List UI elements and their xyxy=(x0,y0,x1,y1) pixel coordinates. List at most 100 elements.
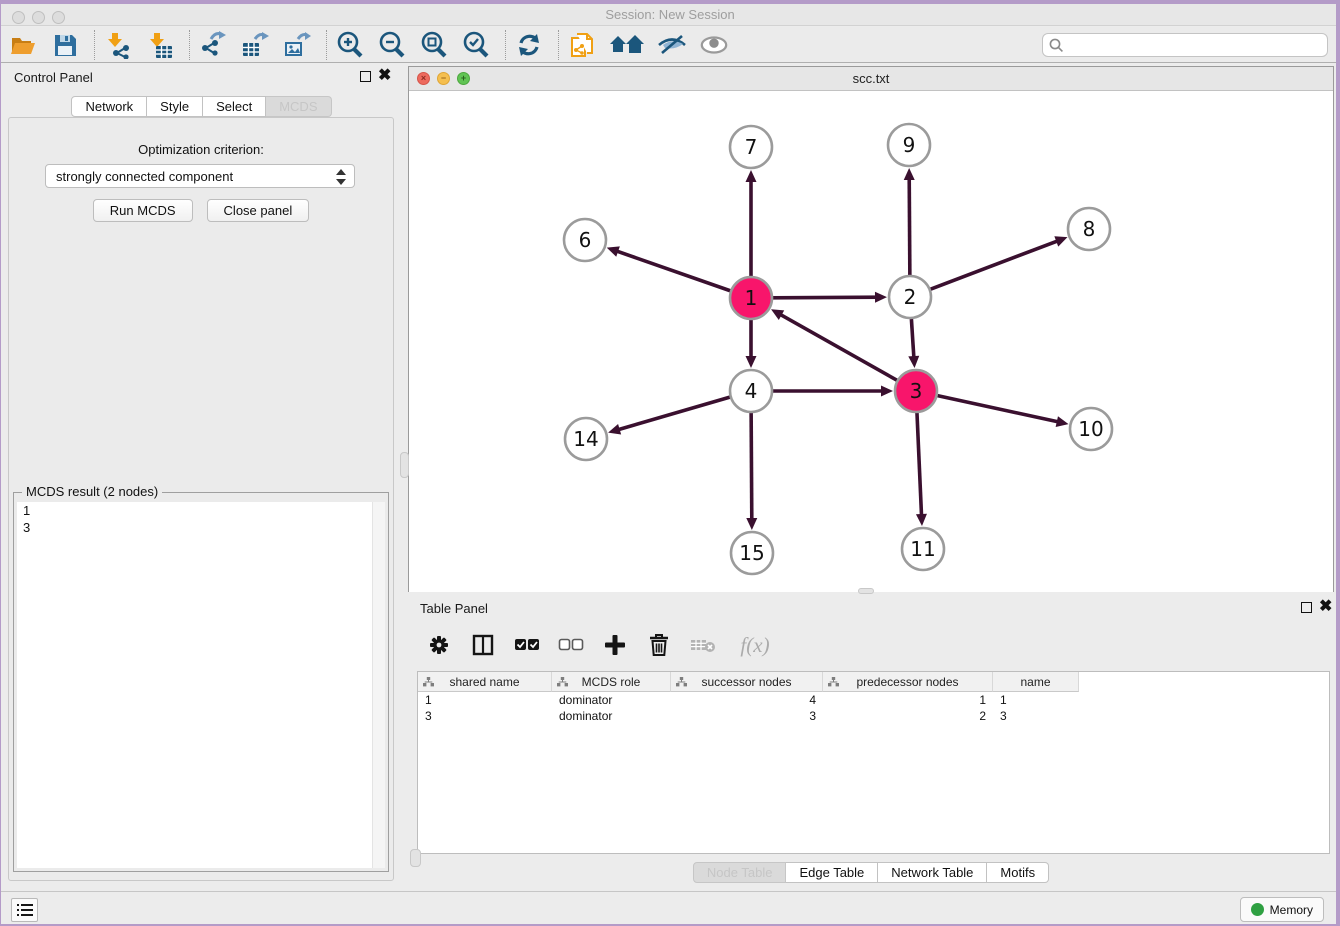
cell-name[interactable]: 3 xyxy=(993,708,1079,724)
column-flag-icon xyxy=(423,677,434,687)
delete-table-icon[interactable] xyxy=(690,632,716,658)
toggle-panel-icon[interactable] xyxy=(470,632,496,658)
cell-successor-nodes[interactable]: 4 xyxy=(671,692,823,708)
graph-edge[interactable] xyxy=(931,240,1060,289)
column-header-name[interactable]: name xyxy=(993,672,1079,692)
graph-edge-arrowhead[interactable] xyxy=(881,386,893,397)
tab-mcds[interactable]: MCDS xyxy=(266,96,331,117)
mcds-buttons-row: Run MCDS Close panel xyxy=(9,199,393,222)
graph-edge[interactable] xyxy=(917,413,922,518)
tab-edge-table[interactable]: Edge Table xyxy=(786,862,878,883)
graph-edge-arrowhead[interactable] xyxy=(916,514,927,526)
cell-shared-name[interactable]: 3 xyxy=(418,708,552,724)
graph-edge-arrowhead[interactable] xyxy=(908,356,919,368)
tab-select[interactable]: Select xyxy=(203,96,266,117)
refresh-view-icon[interactable] xyxy=(514,30,544,60)
graph-edge[interactable] xyxy=(778,313,897,380)
cell-mcds-role[interactable]: dominator xyxy=(552,692,671,708)
float-panel-icon[interactable] xyxy=(360,71,371,82)
graph-edge[interactable] xyxy=(937,396,1060,423)
table-settings-icon[interactable] xyxy=(426,632,452,658)
cell-predecessor-nodes[interactable]: 2 xyxy=(823,708,993,724)
result-scrollbar[interactable] xyxy=(372,502,385,868)
cell-predecessor-nodes[interactable]: 1 xyxy=(823,692,993,708)
cell-mcds-role[interactable]: dominator xyxy=(552,708,671,724)
close-table-panel-icon[interactable]: ✖ xyxy=(1319,597,1332,617)
import-network-icon[interactable] xyxy=(103,30,133,60)
hide-visual-properties-icon[interactable] xyxy=(657,30,687,60)
cell-successor-nodes[interactable]: 3 xyxy=(671,708,823,724)
column-header-successor-nodes[interactable]: successor nodes xyxy=(671,672,823,692)
close-panel-icon[interactable]: ✖ xyxy=(378,66,391,86)
delete-row-icon[interactable] xyxy=(646,632,672,658)
network-window-titlebar[interactable]: × − + scc.txt xyxy=(409,67,1333,91)
function-builder-icon[interactable]: f(x) xyxy=(734,632,776,658)
graph-edge[interactable] xyxy=(773,297,879,298)
graph-edge-arrowhead[interactable] xyxy=(746,518,757,530)
table-row[interactable]: 1 dominator 4 1 1 xyxy=(418,692,1329,708)
cell-name[interactable]: 1 xyxy=(993,692,1079,708)
tab-style[interactable]: Style xyxy=(147,96,203,117)
tab-motifs[interactable]: Motifs xyxy=(987,862,1049,883)
horizontal-splitter-handle[interactable] xyxy=(858,588,874,594)
column-header-shared-name[interactable]: shared name xyxy=(418,672,552,692)
graph-edge-arrowhead[interactable] xyxy=(746,170,757,182)
zoom-fit-content-icon[interactable] xyxy=(419,30,449,60)
table-row[interactable]: 3 dominator 3 2 3 xyxy=(418,708,1329,724)
mcds-tab-panel: Optimization criterion: strongly connect… xyxy=(8,117,394,881)
toolbar-separator xyxy=(326,30,327,60)
graph-edge[interactable] xyxy=(909,176,910,275)
graph-edge-arrowhead[interactable] xyxy=(875,292,887,303)
close-panel-button[interactable]: Close panel xyxy=(207,199,310,222)
tab-network-table[interactable]: Network Table xyxy=(878,862,987,883)
tab-network[interactable]: Network xyxy=(71,96,147,117)
graph-node-label: 3 xyxy=(910,379,923,403)
select-all-icon[interactable] xyxy=(514,632,540,658)
clone-network-icon[interactable] xyxy=(567,30,597,60)
graph-edge-arrowhead[interactable] xyxy=(608,424,621,435)
network-canvas[interactable]: 7968124314101511 xyxy=(409,92,1333,592)
memory-button[interactable]: Memory xyxy=(1240,897,1324,922)
vertical-splitter-handle[interactable] xyxy=(400,452,409,478)
graph-edge[interactable] xyxy=(911,319,914,360)
window-frame-right xyxy=(1336,0,1340,926)
mcds-result-item: 1 xyxy=(17,502,385,519)
zoom-in-icon[interactable] xyxy=(335,30,365,60)
home-view-icon[interactable] xyxy=(609,30,645,60)
open-session-icon[interactable] xyxy=(8,30,38,60)
show-visual-properties-icon[interactable] xyxy=(699,30,729,60)
cell-shared-name[interactable]: 1 xyxy=(418,692,552,708)
column-header-mcds-role[interactable]: MCDS role xyxy=(552,672,671,692)
zoom-selected-icon[interactable] xyxy=(461,30,491,60)
column-header-predecessor-nodes[interactable]: predecessor nodes xyxy=(823,672,993,692)
mcds-result-list[interactable]: 1 3 xyxy=(17,502,385,868)
export-table-icon[interactable] xyxy=(240,30,270,60)
graph-node-label: 8 xyxy=(1083,217,1096,241)
graph-edge-arrowhead[interactable] xyxy=(746,356,757,368)
run-mcds-button[interactable]: Run MCDS xyxy=(93,199,193,222)
search-box[interactable] xyxy=(1042,33,1328,57)
criterion-dropdown[interactable]: strongly connected component xyxy=(45,164,355,188)
task-history-button[interactable] xyxy=(11,898,38,922)
graph-edge[interactable] xyxy=(616,397,730,430)
export-network-icon[interactable] xyxy=(198,30,228,60)
graph-edge-arrowhead[interactable] xyxy=(607,246,620,256)
graph-edge-arrowhead[interactable] xyxy=(1056,416,1069,427)
save-session-icon[interactable] xyxy=(50,30,80,60)
graph-edge-arrowhead[interactable] xyxy=(904,168,915,180)
graph-edge[interactable] xyxy=(614,250,730,291)
export-image-icon[interactable] xyxy=(282,30,312,60)
import-table-icon[interactable] xyxy=(145,30,175,60)
float-table-panel-icon[interactable] xyxy=(1301,602,1312,613)
search-input[interactable] xyxy=(1069,35,1319,55)
add-row-icon[interactable] xyxy=(602,632,628,658)
graph-node-label: 15 xyxy=(739,541,764,565)
tab-node-table[interactable]: Node Table xyxy=(693,862,787,883)
splitter-collapse-handle[interactable] xyxy=(410,849,421,867)
graph-edge-arrowhead[interactable] xyxy=(1054,236,1067,246)
zoom-out-icon[interactable] xyxy=(377,30,407,60)
graph-node-label: 9 xyxy=(903,133,916,157)
graph-edge[interactable] xyxy=(751,413,752,522)
unselect-all-icon[interactable] xyxy=(558,632,584,658)
main-toolbar xyxy=(0,27,1340,63)
